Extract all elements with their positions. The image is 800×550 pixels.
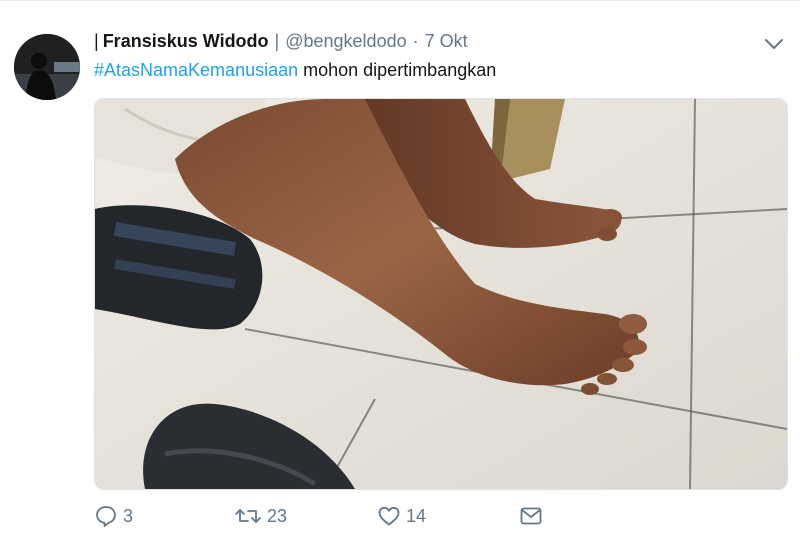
- like-button[interactable]: 14: [377, 502, 426, 530]
- top-divider: [0, 0, 800, 1]
- timestamp[interactable]: 7 Okt: [425, 31, 468, 52]
- dot-separator: ·: [412, 31, 419, 51]
- chevron-down-icon[interactable]: [763, 33, 785, 55]
- hashtag-link[interactable]: #AtasNamaKemanusiaan: [94, 60, 298, 80]
- reply-button[interactable]: 3: [94, 502, 133, 530]
- tweet-photo[interactable]: [94, 98, 788, 490]
- like-count: 14: [406, 505, 427, 526]
- reply-icon: [96, 506, 116, 527]
- heart-icon: [378, 506, 400, 526]
- tweet-actions: 3 23 14: [94, 502, 554, 530]
- name-separator: |: [274, 31, 280, 51]
- retweet-count: 23: [267, 505, 288, 526]
- direct-message-button[interactable]: [519, 502, 543, 530]
- name-prefix-bar: |: [94, 31, 99, 51]
- photo-illustration: [95, 99, 787, 489]
- avatar[interactable]: [14, 34, 80, 100]
- tweet-header: | Fransiskus Widodo | @bengkeldodo · 7 O…: [94, 31, 468, 55]
- tweet-text: #AtasNamaKemanusiaan mohon dipertimbangk…: [94, 60, 496, 81]
- envelope-icon: [520, 507, 542, 525]
- user-handle[interactable]: @bengkeldodo: [285, 31, 406, 52]
- avatar-image: [14, 34, 80, 100]
- reply-count: 3: [123, 505, 134, 526]
- display-name[interactable]: Fransiskus Widodo: [103, 31, 269, 52]
- retweet-button[interactable]: 23: [234, 502, 287, 530]
- tweet-body-text: mohon dipertimbangkan: [298, 60, 497, 80]
- retweet-icon: [235, 509, 261, 523]
